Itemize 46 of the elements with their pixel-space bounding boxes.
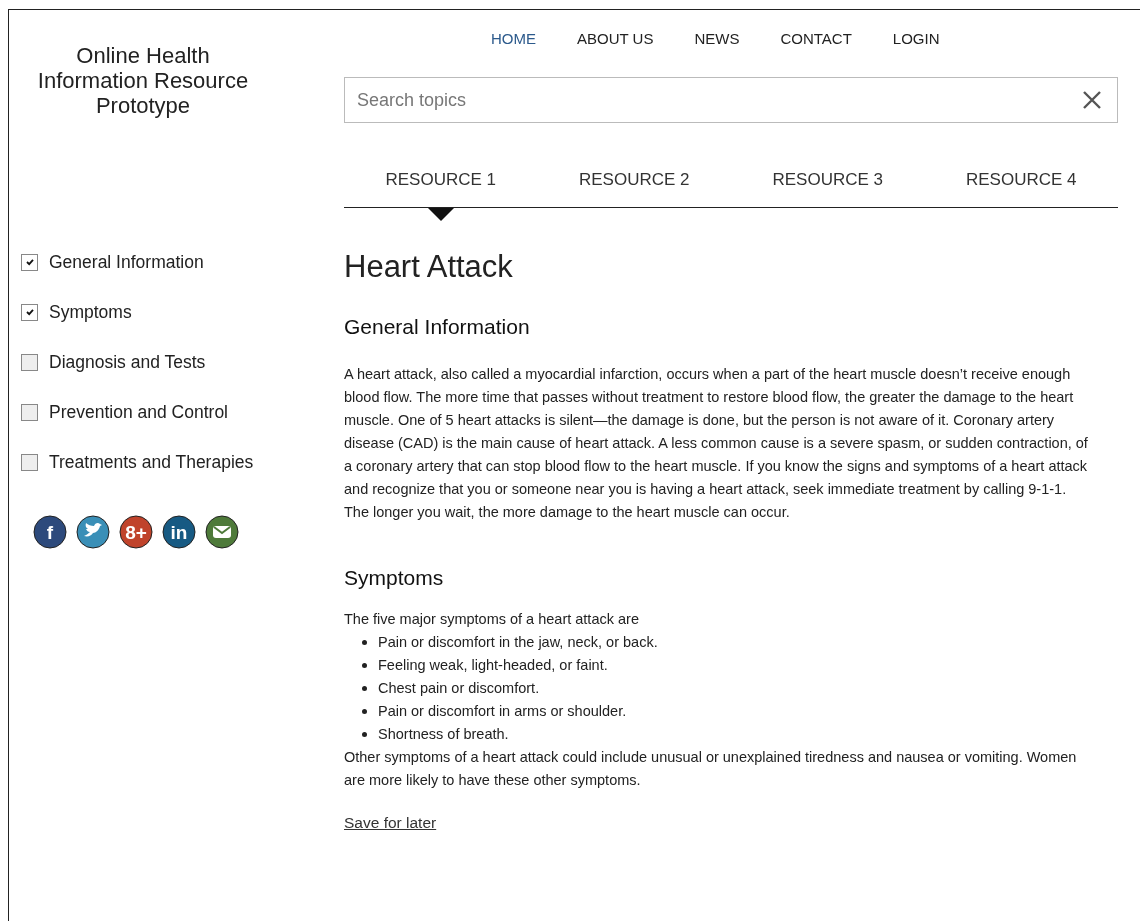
checkbox[interactable] (21, 403, 38, 421)
list-item: Shortness of breath. (378, 725, 509, 744)
search-field[interactable]: Search topics (344, 77, 1118, 123)
filter-label[interactable]: Prevention and Control (49, 401, 228, 423)
nav-link[interactable]: HOME (491, 30, 536, 47)
checkbox[interactable] (21, 353, 38, 371)
nav-link[interactable]: LOGIN (892, 30, 940, 47)
bird-icon[interactable] (76, 515, 110, 549)
resource-tab[interactable]: RESOURCE 3 (731, 170, 925, 190)
section-heading: Symptoms (344, 566, 445, 590)
resource-tab[interactable]: RESOURCE 4 (924, 170, 1118, 190)
nav-link[interactable]: NEWS (694, 30, 740, 47)
list-intro: The five major symptoms of a heart attack are (344, 610, 640, 629)
bullet-dot (362, 663, 367, 668)
social-icon[interactable]: in (162, 515, 196, 549)
list-item: Chest pain or discomfort. (378, 679, 540, 698)
resource-tab[interactable]: RESOURCE 2 (537, 170, 731, 190)
social-icon[interactable]: f (33, 515, 67, 549)
filter-label[interactable]: Diagnosis and Tests (49, 351, 206, 373)
filter-label[interactable]: Treatments and Therapies (49, 451, 254, 473)
filter-label[interactable]: Symptoms (49, 301, 132, 323)
resource-tab[interactable]: RESOURCE 1 (344, 170, 538, 190)
site-title: Online Health Information Resource Prototype (36, 43, 250, 118)
section-heading: General Information (344, 315, 531, 339)
bullet-dot (362, 732, 367, 737)
check-icon (24, 307, 35, 317)
nav-link[interactable]: ABOUT US (577, 30, 654, 47)
paragraph: Other symptoms of a heart attack could include unusual or unexplained tiredness and nausea or vomiting. Women are more likely to have these other symptoms. (344, 748, 1078, 790)
list-item: Pain or discomfort in the jaw, neck, or back. (378, 633, 658, 652)
save-link[interactable]: Save for later (344, 814, 437, 832)
envelope-icon[interactable] (205, 515, 239, 549)
social-icon[interactable]: 8+ (119, 515, 153, 549)
checkbox[interactable] (21, 303, 38, 321)
checkbox[interactable] (21, 453, 38, 471)
bullet-dot (362, 640, 367, 645)
check-icon (24, 257, 35, 267)
list-item: Feeling weak, light-headed, or faint. (378, 656, 608, 675)
nav-link[interactable]: CONTACT (780, 30, 852, 47)
paragraph: A heart attack, also called a myocardial infarction, occurs when a part of the heart muscle doesn’t receive enough blood flow. The more time that passes without treatment to restore blood flow, the greater the damage to the heart muscle. One of 5 heart attacks is silent—the damage is done, but the person is not aware of it. Coronary artery disease (CAD) is the main cause of heart attack. A less common cause is a severe spasm, or sudden contraction, of a coronary artery that can stop blood flow to the heart muscle. If you know the signs and symptoms of a heart attack and recognize that you or someone near you is having a heart attack, seek immediate treatment by calling 9-1-1. The longer you wait, the more damage to the heart muscle can occur. (344, 365, 1089, 522)
filter-label[interactable]: General Information (49, 251, 204, 273)
bullet-dot (362, 709, 367, 714)
list-item: Pain or discomfort in arms or shoulder. (378, 702, 627, 721)
bullet-dot (362, 686, 367, 691)
article-title: Heart Attack (344, 249, 514, 285)
checkbox[interactable] (21, 253, 38, 271)
close-icon[interactable] (1082, 90, 1102, 110)
